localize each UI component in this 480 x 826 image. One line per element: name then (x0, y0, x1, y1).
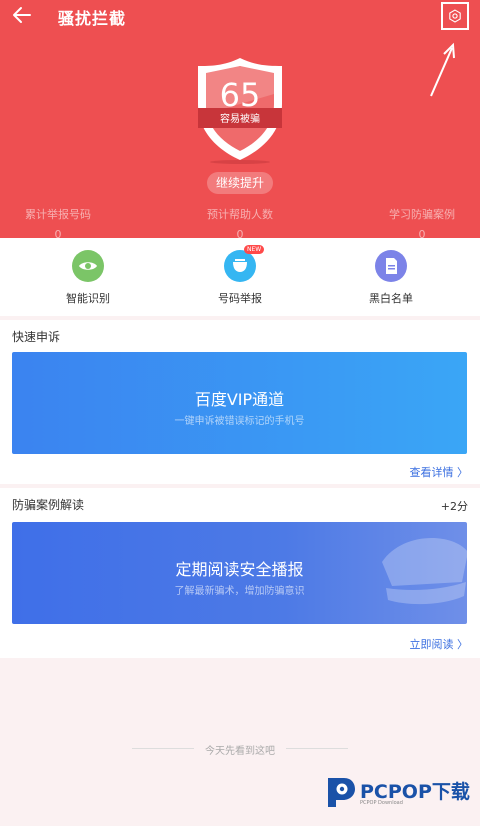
section-title: 防骗案例解读 (12, 498, 85, 512)
annotation-arrow-icon (430, 42, 455, 97)
view-details-link[interactable]: 查看详情 〉 (410, 464, 469, 480)
back-button[interactable] (10, 3, 34, 27)
stat-label: 预计帮助人数 (207, 208, 273, 221)
pcpop-logo-icon (328, 778, 355, 807)
new-badge: NEW (244, 245, 265, 254)
vip-channel-banner[interactable]: 百度VIP通道 一键申诉被错误标记的手机号 (12, 352, 467, 454)
quick-appeal-card: 快速申诉 百度VIP通道 一键申诉被错误标记的手机号 查看详情 〉 (0, 320, 480, 484)
gear-icon (449, 9, 461, 23)
boost-button[interactable]: 继续提升 (207, 172, 273, 194)
report-icon: NEW (224, 245, 265, 282)
document-icon (375, 250, 407, 282)
stat-helped-people: 预计帮助人数 0 (180, 206, 300, 241)
stat-cases-learned: 学习防骗案例 0 (362, 206, 480, 241)
feature-row: 智能识别 NEW 号码举报 黑白名单 (0, 238, 480, 316)
stat-reported-numbers: 累计举报号码 0 (0, 206, 118, 241)
points-badge: +2分 (440, 500, 468, 513)
section-title: 快速申诉 (12, 330, 61, 344)
security-broadcast-banner[interactable]: 定期阅读安全播报 了解最新骗术，增加防骗意识 (12, 522, 467, 624)
feature-number-report[interactable]: NEW 号码举报 (180, 245, 300, 306)
top-bar: 骚扰拦截 (0, 0, 480, 30)
watermark: PCPOP下载 PCPOP Download (322, 774, 472, 814)
banner-subtitle: 了解最新骗术，增加防骗意识 (174, 586, 305, 597)
stat-label: 累计举报号码 (25, 208, 91, 221)
banner-title: 百度VIP通道 (194, 390, 285, 409)
settings-button[interactable] (441, 2, 469, 30)
feature-smart-recognition[interactable]: 智能识别 (28, 250, 148, 306)
status-label: 容易被骗 (220, 114, 260, 125)
page-title: 骚扰拦截 (58, 9, 127, 28)
banner-subtitle: 一键申诉被错误标记的手机号 (174, 416, 305, 427)
watermark-sub: PCPOP Download (360, 800, 403, 806)
fraud-cases-card: 防骗案例解读 +2分 定期阅读安全播报 了解最新骗术，增加防骗意识 立即阅读 〉 (0, 488, 480, 658)
feature-label: 黑白名单 (369, 292, 413, 305)
read-now-link[interactable]: 立即阅读 〉 (410, 636, 469, 652)
banner-title: 定期阅读安全播报 (175, 560, 304, 579)
feature-black-white-list[interactable]: 黑白名单 (331, 250, 451, 306)
eye-icon (72, 250, 104, 282)
feature-label: 号码举报 (218, 292, 262, 305)
end-of-feed-text: 今天先看到这吧 (205, 746, 275, 757)
feature-label: 智能识别 (66, 292, 110, 305)
arrow-left-icon (13, 7, 31, 23)
stat-label: 学习防骗案例 (389, 208, 455, 221)
